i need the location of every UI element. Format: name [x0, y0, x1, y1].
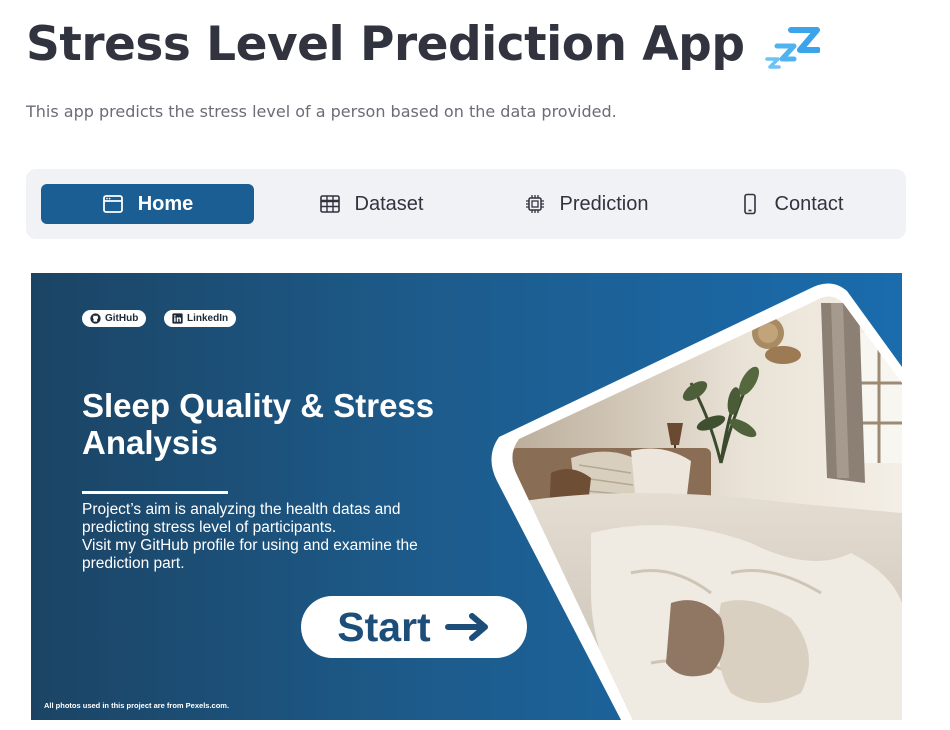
tab-prediction[interactable]: Prediction	[501, 184, 671, 224]
description-line: Project’s aim is analyzing the health da…	[82, 501, 401, 518]
banner-description: Project’s aim is analyzing the health da…	[82, 501, 482, 573]
linkedin-link[interactable]: LinkedIn	[164, 310, 237, 327]
tab-contact-label: Contact	[774, 192, 844, 215]
table-icon	[319, 195, 340, 213]
banner-title: Sleep Quality & Stress Analysis	[82, 387, 434, 461]
divider	[82, 491, 228, 494]
description-line: prediction part.	[82, 555, 185, 572]
app-header: Stress Level Prediction App	[26, 12, 821, 78]
app-subtitle: This app predicts the stress level of a …	[26, 102, 617, 121]
tab-home-label: Home	[137, 192, 194, 215]
window-icon	[102, 195, 123, 213]
github-link-label: GitHub	[105, 313, 139, 324]
hero-banner: GitHub LinkedIn Sleep Quality & Stress A…	[31, 273, 902, 720]
github-link[interactable]: GitHub	[82, 310, 147, 327]
banner-title-line2: Analysis	[82, 424, 218, 461]
start-button[interactable]: Start	[301, 596, 527, 658]
github-icon	[90, 313, 101, 324]
linkedin-icon	[172, 313, 183, 324]
arrow-right-icon	[444, 613, 488, 641]
tab-prediction-label: Prediction	[559, 192, 649, 215]
start-button-label: Start	[337, 603, 431, 650]
description-line: Visit my GitHub profile for using and ex…	[82, 537, 418, 554]
tab-dataset[interactable]: Dataset	[296, 184, 446, 224]
banner-title-line1: Sleep Quality & Stress	[82, 387, 435, 424]
description-line: predicting stress level of participants.	[82, 519, 337, 536]
zzz-icon	[765, 27, 821, 69]
option-menu: Home Dataset Prediction Contact	[26, 169, 906, 239]
cpu-icon	[525, 195, 544, 213]
linkedin-link-label: LinkedIn	[187, 313, 229, 324]
phone-icon	[743, 193, 756, 215]
tab-home[interactable]: Home	[41, 184, 254, 224]
page-title: Stress Level Prediction App	[26, 17, 745, 72]
tab-contact[interactable]: Contact	[726, 184, 856, 224]
tab-dataset-label: Dataset	[354, 192, 424, 215]
photo-credit: All photos used in this project are from…	[44, 701, 230, 710]
